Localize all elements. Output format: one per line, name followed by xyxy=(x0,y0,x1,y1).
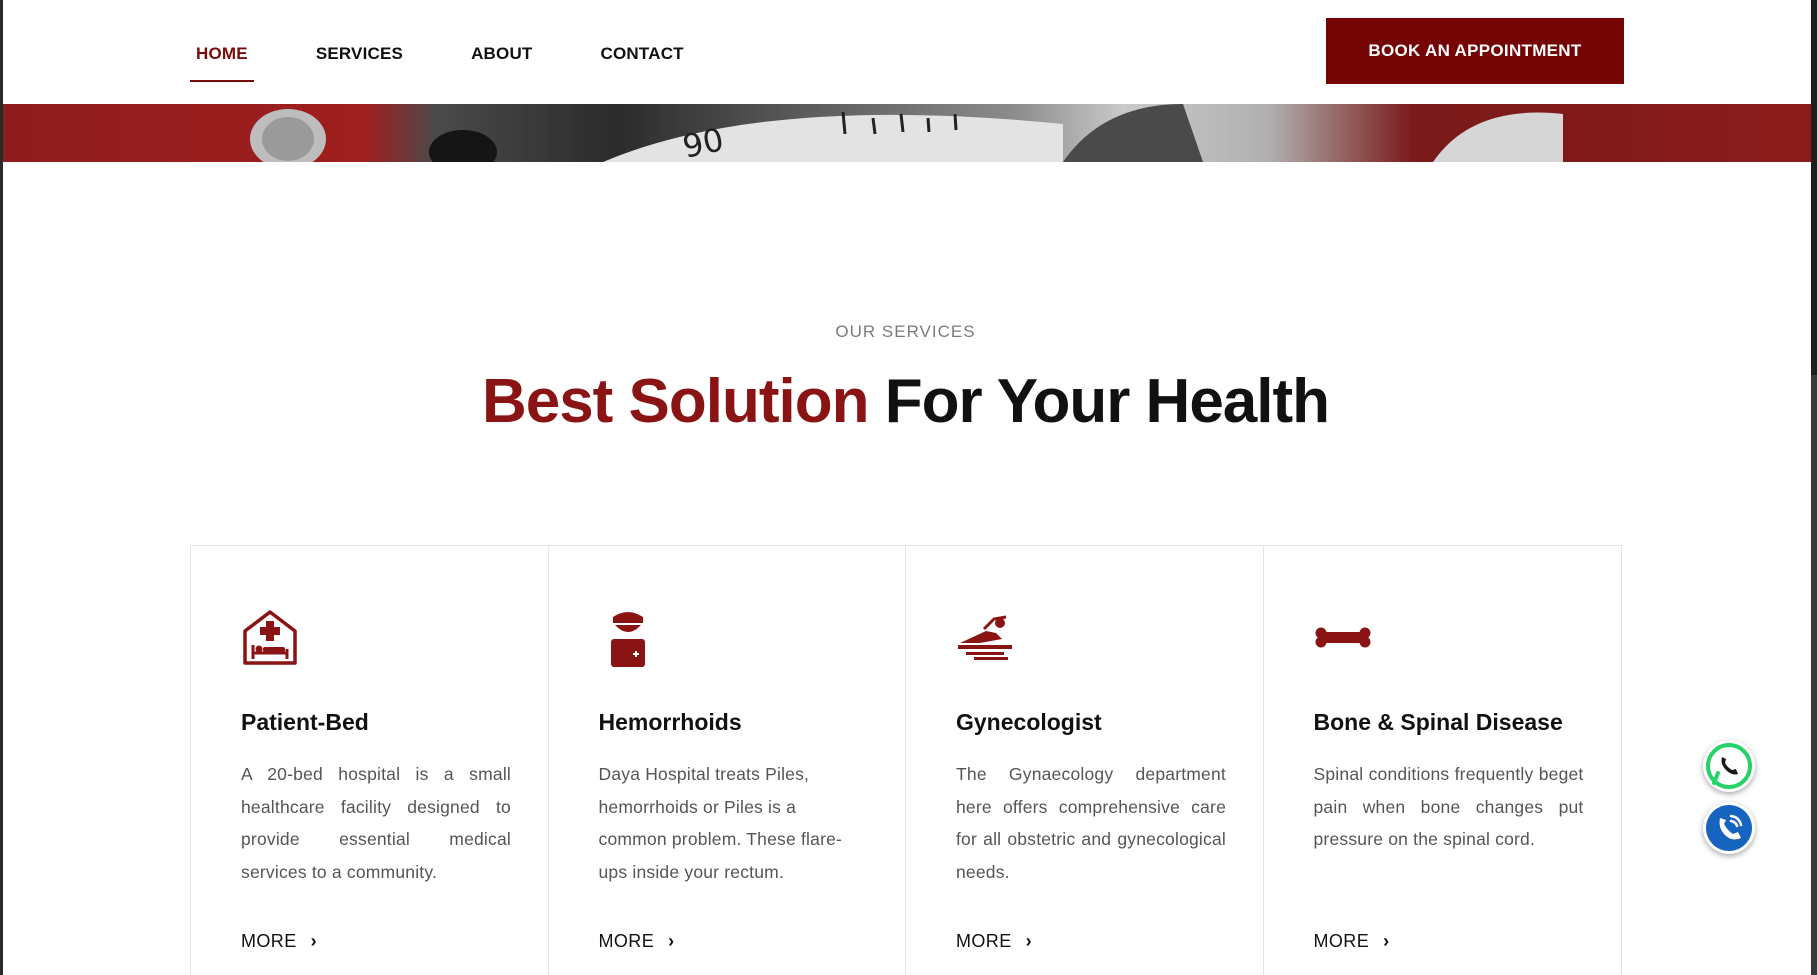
service-description: Spinal conditions frequently beget pain … xyxy=(1313,764,1584,849)
bone-icon xyxy=(1314,609,1372,667)
service-title: Hemorrhoids xyxy=(598,709,742,735)
call-button[interactable] xyxy=(1703,802,1755,854)
chevron-right-icon: › xyxy=(668,931,675,951)
whatsapp-button[interactable] xyxy=(1703,740,1755,792)
section-title-rest: For Your Health xyxy=(868,367,1330,436)
more-label: MORE xyxy=(956,931,1012,951)
scrollbar-thumb[interactable] xyxy=(1811,0,1817,375)
service-card-hemorrhoids[interactable]: Hemorrhoids Daya Hospital treats Piles, … xyxy=(549,546,906,975)
more-label: MORE xyxy=(1313,931,1370,951)
site-header: HOME SERVICES ABOUT CONTACT BOOK AN APPO… xyxy=(3,0,1811,104)
service-card-gynecologist[interactable]: Gynecologist The Gynaecology department … xyxy=(906,546,1264,975)
section-eyebrow: OUR SERVICES xyxy=(835,322,976,341)
more-label: MORE xyxy=(598,931,655,951)
nav-home[interactable]: HOME xyxy=(190,40,254,82)
chevron-right-icon: › xyxy=(310,931,318,951)
blood-pressure-gauge-image: 90 xyxy=(250,104,1563,162)
more-label: MORE xyxy=(241,931,297,951)
hospital-bed-icon xyxy=(241,609,299,667)
service-more-link[interactable]: MORE › xyxy=(956,931,1032,952)
patient-stretcher-icon xyxy=(956,609,1014,667)
service-title: Gynecologist xyxy=(956,709,1102,735)
service-description: The Gynaecology department here offers c… xyxy=(956,764,1226,882)
nav-about[interactable]: ABOUT xyxy=(465,40,538,64)
service-more-link[interactable]: MORE › xyxy=(1314,931,1390,952)
gauge-dial-number: 90 xyxy=(679,120,727,162)
service-title: Bone & Spinal Disease xyxy=(1313,709,1563,735)
section-title: Best Solution For Your Health xyxy=(0,366,1811,437)
chevron-right-icon: › xyxy=(1383,931,1390,951)
chevron-right-icon: › xyxy=(1025,931,1033,951)
service-card-bone-spinal[interactable]: Bone & Spinal Disease Spinal conditions … xyxy=(1264,546,1622,975)
scrollbar-track[interactable] xyxy=(1811,0,1817,975)
service-title: Patient-Bed xyxy=(241,709,369,735)
hero-image: 90 xyxy=(3,104,1811,162)
nav-contact[interactable]: CONTACT xyxy=(595,40,690,64)
service-card-patient-bed[interactable]: Patient-Bed A 20-bed hospital is a small… xyxy=(191,546,549,975)
doctor-icon xyxy=(599,609,657,667)
section-title-accent: Best Solution xyxy=(481,367,870,436)
service-more-link[interactable]: MORE › xyxy=(241,931,317,952)
phone-icon xyxy=(1706,805,1752,851)
book-appointment-button[interactable]: BOOK AN APPOINTMENT xyxy=(1326,18,1624,84)
service-description: Daya Hospital treats Piles, hemorrhoids … xyxy=(598,764,843,882)
whatsapp-icon xyxy=(1706,743,1752,789)
services-grid: Patient-Bed A 20-bed hospital is a small… xyxy=(190,545,1622,975)
service-description: A 20-bed hospital is a small healthcare … xyxy=(241,764,511,882)
main-nav: HOME SERVICES ABOUT CONTACT xyxy=(190,40,746,82)
service-more-link[interactable]: MORE › xyxy=(599,931,675,952)
nav-services[interactable]: SERVICES xyxy=(310,40,409,64)
